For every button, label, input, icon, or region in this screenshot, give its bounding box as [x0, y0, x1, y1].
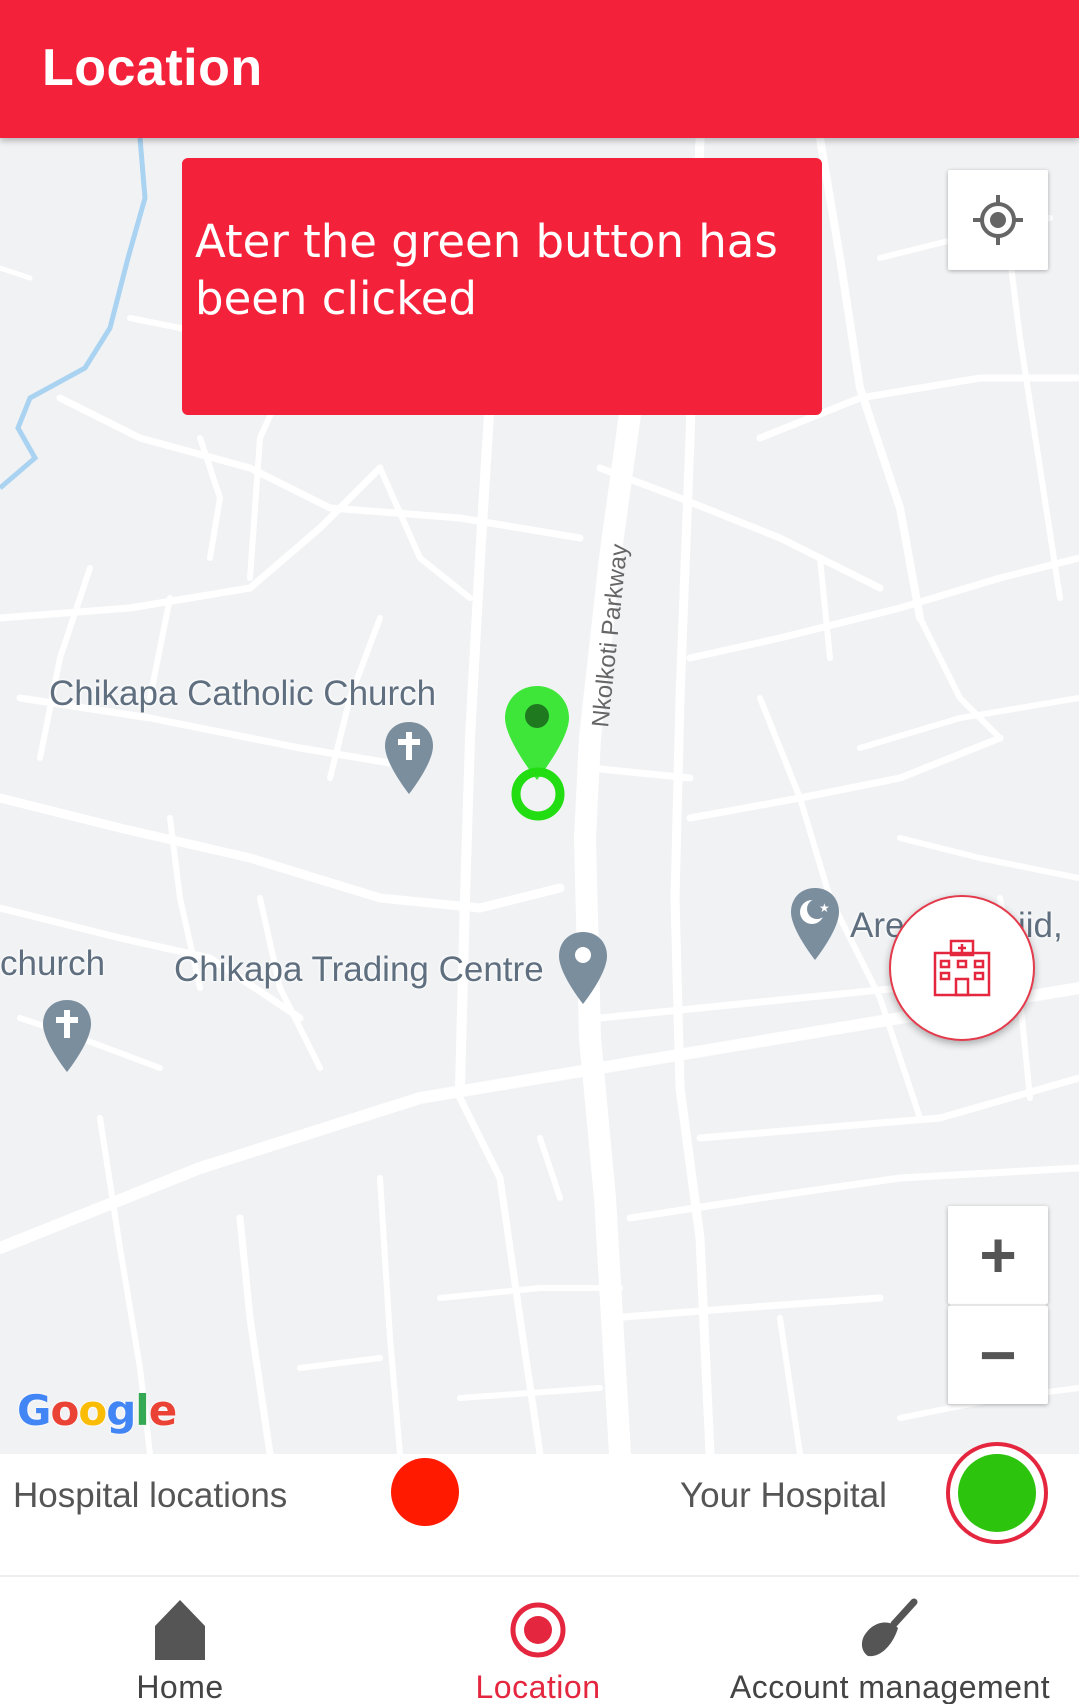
- info-banner: Ater the green button has been clicked: [182, 158, 822, 415]
- selected-location-marker-icon[interactable]: [500, 684, 580, 824]
- legend-your-hospital-dot: [958, 1454, 1036, 1532]
- zoom-in-button[interactable]: +: [948, 1206, 1048, 1304]
- info-banner-text: Ater the green button has been clicked: [195, 215, 778, 325]
- nav-location-label: Location: [475, 1669, 601, 1704]
- minus-icon: −: [979, 1319, 1017, 1391]
- my-location-icon: [973, 195, 1023, 245]
- legend-hospital-locations-dot: [391, 1458, 459, 1526]
- my-location-button[interactable]: [948, 170, 1048, 270]
- legend-hospital-locations-label: Hospital locations: [13, 1476, 288, 1515]
- map-view[interactable]: Nkolkoti Parkway Ater the green button h…: [0, 138, 1079, 1454]
- place-pin-icon[interactable]: [556, 930, 610, 1006]
- plus-icon: +: [979, 1219, 1017, 1291]
- app-bar: Location: [0, 0, 1079, 138]
- nearest-hospital-button[interactable]: [889, 895, 1035, 1041]
- legend-your-hospital-label: Your Hospital: [680, 1476, 887, 1515]
- page-title: Location: [42, 39, 263, 97]
- bottom-navigation: Home Location Account management: [0, 1575, 1079, 1704]
- church-pin-icon[interactable]: [382, 720, 436, 796]
- mosque-pin-icon[interactable]: ★: [788, 886, 842, 962]
- nav-home-label: Home: [136, 1669, 224, 1704]
- poi-label-church[interactable]: church: [0, 944, 105, 984]
- radio-target-icon: [510, 1602, 566, 1658]
- hospital-icon: [933, 939, 991, 997]
- legend-your-hospital-button[interactable]: [946, 1442, 1048, 1544]
- nav-account-management[interactable]: Account management: [720, 1577, 1060, 1704]
- poi-label-catholic-church[interactable]: Chikapa Catholic Church: [49, 674, 436, 714]
- map-legend: Hospital locations Your Hospital: [0, 1442, 1079, 1574]
- broom-icon: [861, 1598, 918, 1657]
- home-icon: [155, 1600, 205, 1660]
- church-pin-icon[interactable]: [40, 998, 94, 1074]
- nav-account-management-label: Account management: [729, 1669, 1051, 1704]
- zoom-out-button[interactable]: −: [948, 1306, 1048, 1404]
- nav-location[interactable]: Location: [458, 1577, 618, 1704]
- nav-home[interactable]: Home: [110, 1577, 250, 1704]
- poi-label-trading-centre[interactable]: Chikapa Trading Centre: [174, 950, 544, 990]
- zoom-divider: [950, 1304, 1046, 1306]
- google-logo: Google: [17, 1386, 177, 1435]
- svg-text:★: ★: [819, 901, 830, 915]
